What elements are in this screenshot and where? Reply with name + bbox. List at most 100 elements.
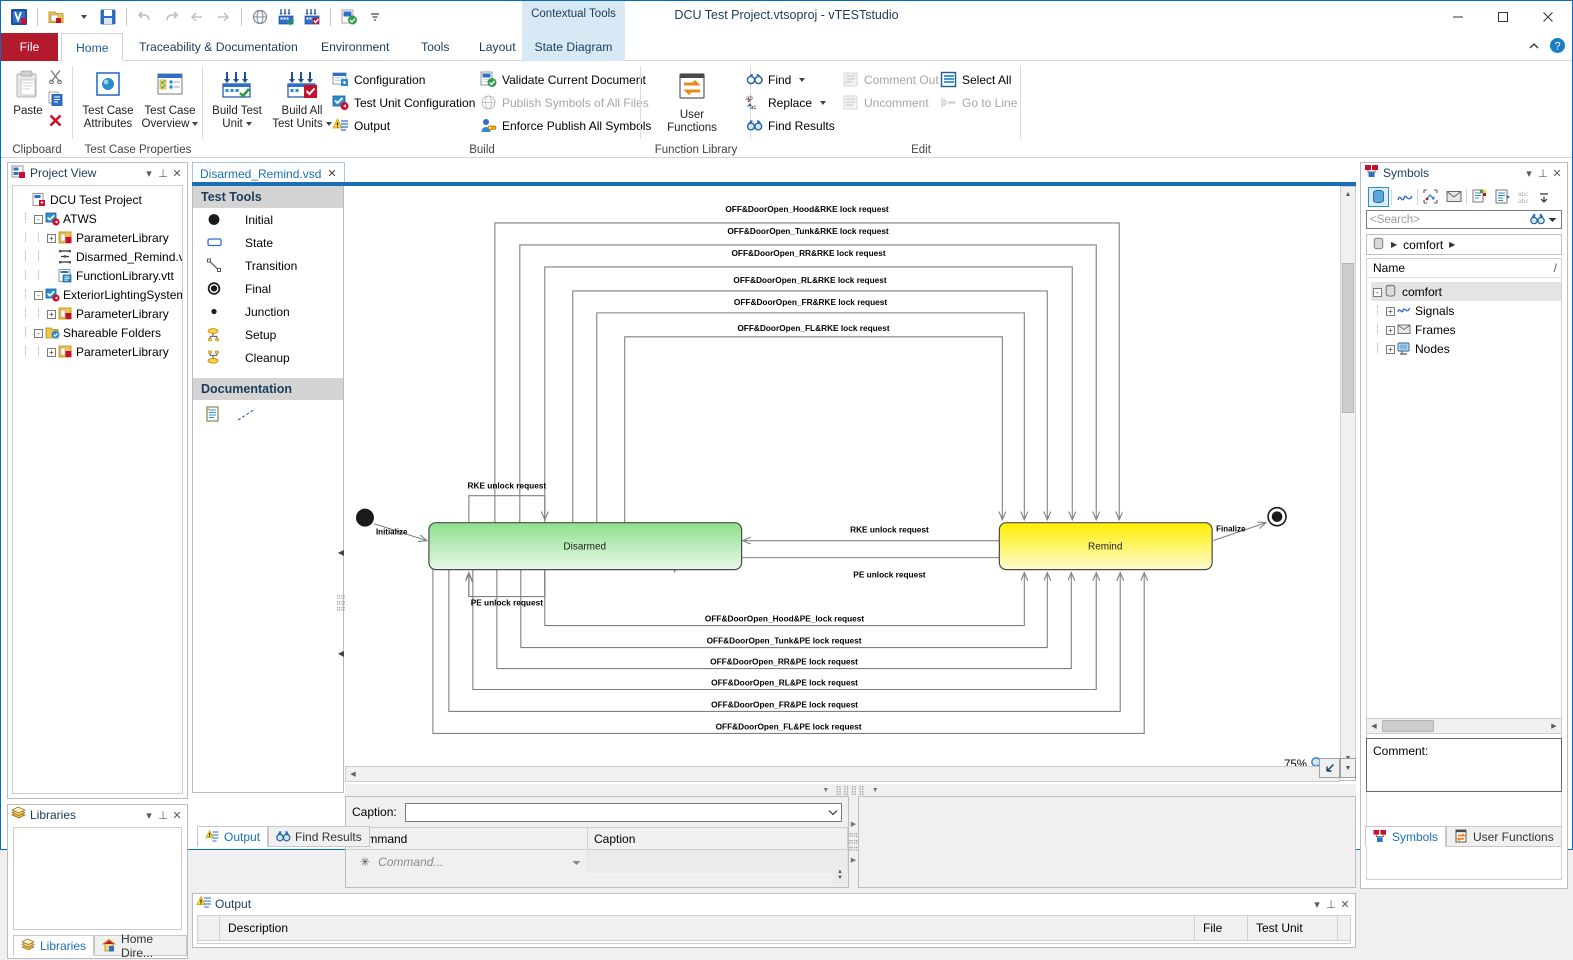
- column-header-file[interactable]: File: [1195, 916, 1248, 940]
- libraries-close-icon[interactable]: ✕: [170, 809, 184, 822]
- help-icon[interactable]: ?: [1549, 37, 1566, 57]
- tree-expander[interactable]: -: [1371, 287, 1384, 297]
- tree-node[interactable]: ┊┊FunctionLibrary.vtt: [19, 266, 182, 285]
- tree-expander[interactable]: +: [45, 347, 58, 357]
- collapse-ribbon-icon[interactable]: [1527, 39, 1541, 56]
- binoculars-icon[interactable]: [1530, 212, 1548, 228]
- grid-row-spinner[interactable]: ▲▼: [833, 864, 847, 886]
- transition-path[interactable]: [597, 313, 1025, 523]
- state-diagram[interactable]: Disarmed Remind Initialize Finalize OFF&…: [345, 186, 1355, 780]
- chevron-right-icon[interactable]: ▶: [1449, 240, 1455, 249]
- column-header-description[interactable]: Description: [220, 916, 1195, 940]
- tab-user-functions[interactable]: User Functions: [1446, 826, 1562, 847]
- tree-node[interactable]: ┊┊+ParameterLibrary: [19, 228, 182, 247]
- editor-splitter[interactable]: ▼ ⣿⣿⣿⣿ ▼: [345, 784, 1356, 796]
- tree-expander[interactable]: -: [32, 328, 45, 338]
- tree-expander[interactable]: +: [1384, 325, 1397, 335]
- canvas-vertical-scrollbar[interactable]: ▲ ▼: [1340, 186, 1356, 766]
- libraries-pin-icon[interactable]: ⊥: [156, 809, 170, 822]
- document-tab-disarmed-remind[interactable]: Disarmed_Remind.vsd ✕: [192, 162, 345, 184]
- palette-collapse-handle[interactable]: ◀ ⣿⣿⣿ ◀: [337, 548, 345, 658]
- test-case-overview-button[interactable]: Test Case Overview: [139, 65, 201, 131]
- close-icon[interactable]: ✕: [327, 167, 336, 180]
- libraries-content[interactable]: [13, 827, 182, 930]
- initial-pseudostate[interactable]: [356, 509, 374, 527]
- note-icon[interactable]: [205, 406, 220, 426]
- ribbon-tab-environment[interactable]: Environment: [307, 33, 403, 61]
- zoom-dropdown-button[interactable]: ▼: [1340, 758, 1356, 778]
- tab-output[interactable]: Output: [197, 826, 268, 847]
- canvas-horizontal-scrollbar[interactable]: ◀ ▶: [345, 766, 1340, 782]
- enforce-publish-all-symbols-button[interactable]: Enforce Publish All Symbols: [477, 114, 654, 137]
- symbols-close-icon[interactable]: ✕: [1550, 167, 1564, 180]
- editor-right-pane[interactable]: [858, 796, 1356, 888]
- test-tool-state[interactable]: State: [193, 231, 343, 254]
- fit-page-button[interactable]: [1319, 758, 1340, 778]
- connector-icon[interactable]: [236, 407, 258, 426]
- transition-path[interactable]: [469, 496, 545, 523]
- test-tool-cleanup[interactable]: Cleanup: [193, 346, 343, 369]
- symbols-horizontal-scrollbar[interactable]: ◀ ▶: [1366, 718, 1562, 734]
- find-button[interactable]: Find: [743, 68, 838, 91]
- tab-symbols[interactable]: Symbols: [1365, 826, 1446, 847]
- chevron-down-icon[interactable]: [825, 804, 841, 821]
- network-nodes-icon[interactable]: [1420, 187, 1441, 207]
- cut-button[interactable]: [43, 65, 67, 87]
- tree-node[interactable]: ┊+Frames: [1371, 320, 1561, 339]
- symbols-comment-box[interactable]: Comment:: [1366, 738, 1562, 792]
- libraries-menu-icon[interactable]: ▾: [142, 809, 156, 822]
- tree-expander[interactable]: +: [45, 309, 58, 319]
- select-all-button[interactable]: Select All: [937, 68, 1020, 91]
- symbols-search-field[interactable]: <Search>: [1366, 210, 1562, 229]
- test-tool-initial[interactable]: Initial: [193, 208, 343, 231]
- scroll-right-icon[interactable]: ▶: [1547, 719, 1561, 733]
- tree-node[interactable]: -comfort: [1371, 282, 1561, 301]
- project-tree[interactable]: DCU Test Project┊-ATWS┊┊+ParameterLibrar…: [13, 186, 182, 361]
- column-header-caption[interactable]: Caption: [588, 828, 848, 849]
- chevron-down-icon[interactable]: [799, 78, 805, 82]
- transition-path[interactable]: [469, 570, 545, 597]
- build-test-unit-button[interactable]: Build Test Unit: [207, 65, 267, 131]
- column-header-command[interactable]: Command: [346, 828, 588, 849]
- minimize-button[interactable]: [1435, 1, 1480, 33]
- transition-path[interactable]: [520, 245, 1096, 523]
- scroll-left-icon[interactable]: ◀: [1367, 719, 1381, 733]
- editor-vertical-splitter[interactable]: ▶ ⣿⣿⣿ ▶: [849, 796, 858, 888]
- scroll-up-icon[interactable]: ▲: [1341, 187, 1355, 201]
- test-tool-setup[interactable]: Setup: [193, 323, 343, 346]
- maximize-button[interactable]: [1480, 1, 1525, 33]
- output-pin-icon[interactable]: ⊥: [1324, 898, 1338, 911]
- project-view-pin-icon[interactable]: ⊥: [156, 167, 170, 180]
- caption-combobox[interactable]: [405, 803, 842, 822]
- transition-path[interactable]: [495, 223, 1119, 523]
- column-header-test-unit[interactable]: Test Unit: [1248, 916, 1338, 940]
- ribbon-tab-layout[interactable]: Layout: [465, 33, 530, 61]
- diagram-canvas[interactable]: Disarmed Remind Initialize Finalize OFF&…: [345, 186, 1356, 781]
- ribbon-tab-home[interactable]: Home: [61, 33, 123, 61]
- search-options-icon[interactable]: [1548, 214, 1561, 226]
- replace-button[interactable]: abac Replace: [743, 91, 838, 114]
- test-case-attributes-button[interactable]: Test Case Attributes: [77, 65, 139, 131]
- test-tool-transition[interactable]: Transition: [193, 254, 343, 277]
- configuration-button[interactable]: Configuration: [329, 68, 478, 91]
- project-view-close-icon[interactable]: ✕: [170, 167, 184, 180]
- output-close-icon[interactable]: ✕: [1338, 898, 1352, 911]
- chevron-down-icon[interactable]: [572, 855, 581, 869]
- canvas-vscroll-thumb[interactable]: [1342, 263, 1354, 413]
- copy-button[interactable]: [43, 87, 67, 109]
- close-button[interactable]: [1525, 1, 1570, 33]
- tree-expander[interactable]: +: [1384, 306, 1397, 316]
- system-variables-icon[interactable]: [1469, 187, 1490, 207]
- test-tool-final[interactable]: Final: [193, 277, 343, 300]
- transition-path[interactable]: [469, 570, 545, 597]
- tree-node[interactable]: ┊-ATWS: [19, 209, 182, 228]
- signals-icon[interactable]: [1394, 187, 1415, 207]
- test-tools-list[interactable]: InitialStateTransitionFinalJunctionSetup…: [193, 208, 343, 369]
- chevron-right-icon[interactable]: ▶: [1391, 240, 1397, 249]
- transition-path[interactable]: [625, 337, 1003, 523]
- frames-icon[interactable]: [1443, 187, 1464, 207]
- symbols-menu-icon[interactable]: ▾: [1522, 167, 1536, 180]
- environment-variables-icon[interactable]: [1492, 187, 1513, 207]
- tree-expander[interactable]: +: [45, 233, 58, 243]
- ribbon-tab-file[interactable]: File: [1, 33, 58, 61]
